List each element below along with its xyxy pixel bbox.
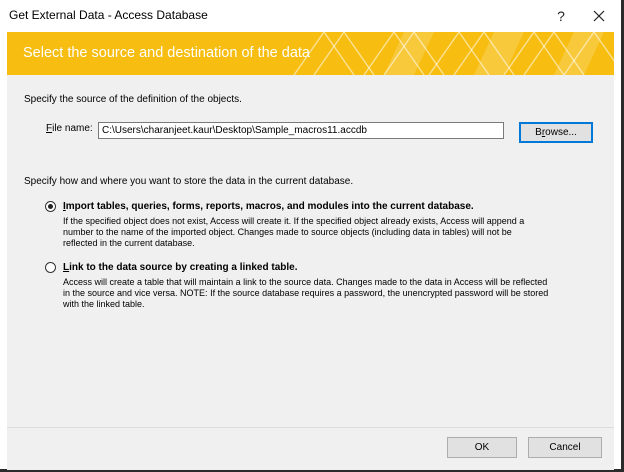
link-title-rest: ink to the data source by creating a lin… [69,262,298,273]
file-name-label: File name: [46,123,93,134]
button-bar: OK Cancel [7,427,614,470]
import-description: If the specified object does not exist, … [63,216,525,248]
import-option-label[interactable]: Import tables, queries, forms, reports, … [63,201,474,212]
browse-pre: B [535,127,542,138]
title-bar[interactable]: Get External Data - Access Database ? [0,0,621,32]
help-label: ? [557,8,565,24]
get-external-data-dialog: Get External Data - Access Database ? Se… [0,0,624,472]
browse-button[interactable]: Br owse... [519,122,593,143]
file-name-label-rest: ile name: [52,123,93,134]
close-button[interactable] [584,4,614,28]
ok-button[interactable]: OK [447,437,517,458]
link-option-label[interactable]: Link to the data source by creating a li… [63,262,298,273]
import-radio[interactable] [45,201,56,212]
help-button[interactable]: ? [546,4,576,28]
file-name-input[interactable] [98,122,504,139]
cancel-button[interactable]: Cancel [528,437,602,458]
banner-heading: Select the source and destination of the… [23,45,310,61]
content-area: Specify the source of the definition of … [7,75,614,427]
ok-label: OK [474,442,490,453]
window-title: Get External Data - Access Database [9,8,208,22]
cancel-label: Cancel [549,442,581,453]
source-heading: Specify the source of the definition of … [24,94,242,105]
import-title-rest: mport tables, queries, forms, reports, m… [65,201,474,212]
link-description: Access will create a table that will mai… [63,277,549,309]
link-radio[interactable] [45,262,56,273]
browse-post: owse... [545,127,577,138]
close-icon [593,10,605,22]
header-banner: Select the source and destination of the… [7,32,614,75]
destination-heading: Specify how and where you want to store … [24,176,354,187]
